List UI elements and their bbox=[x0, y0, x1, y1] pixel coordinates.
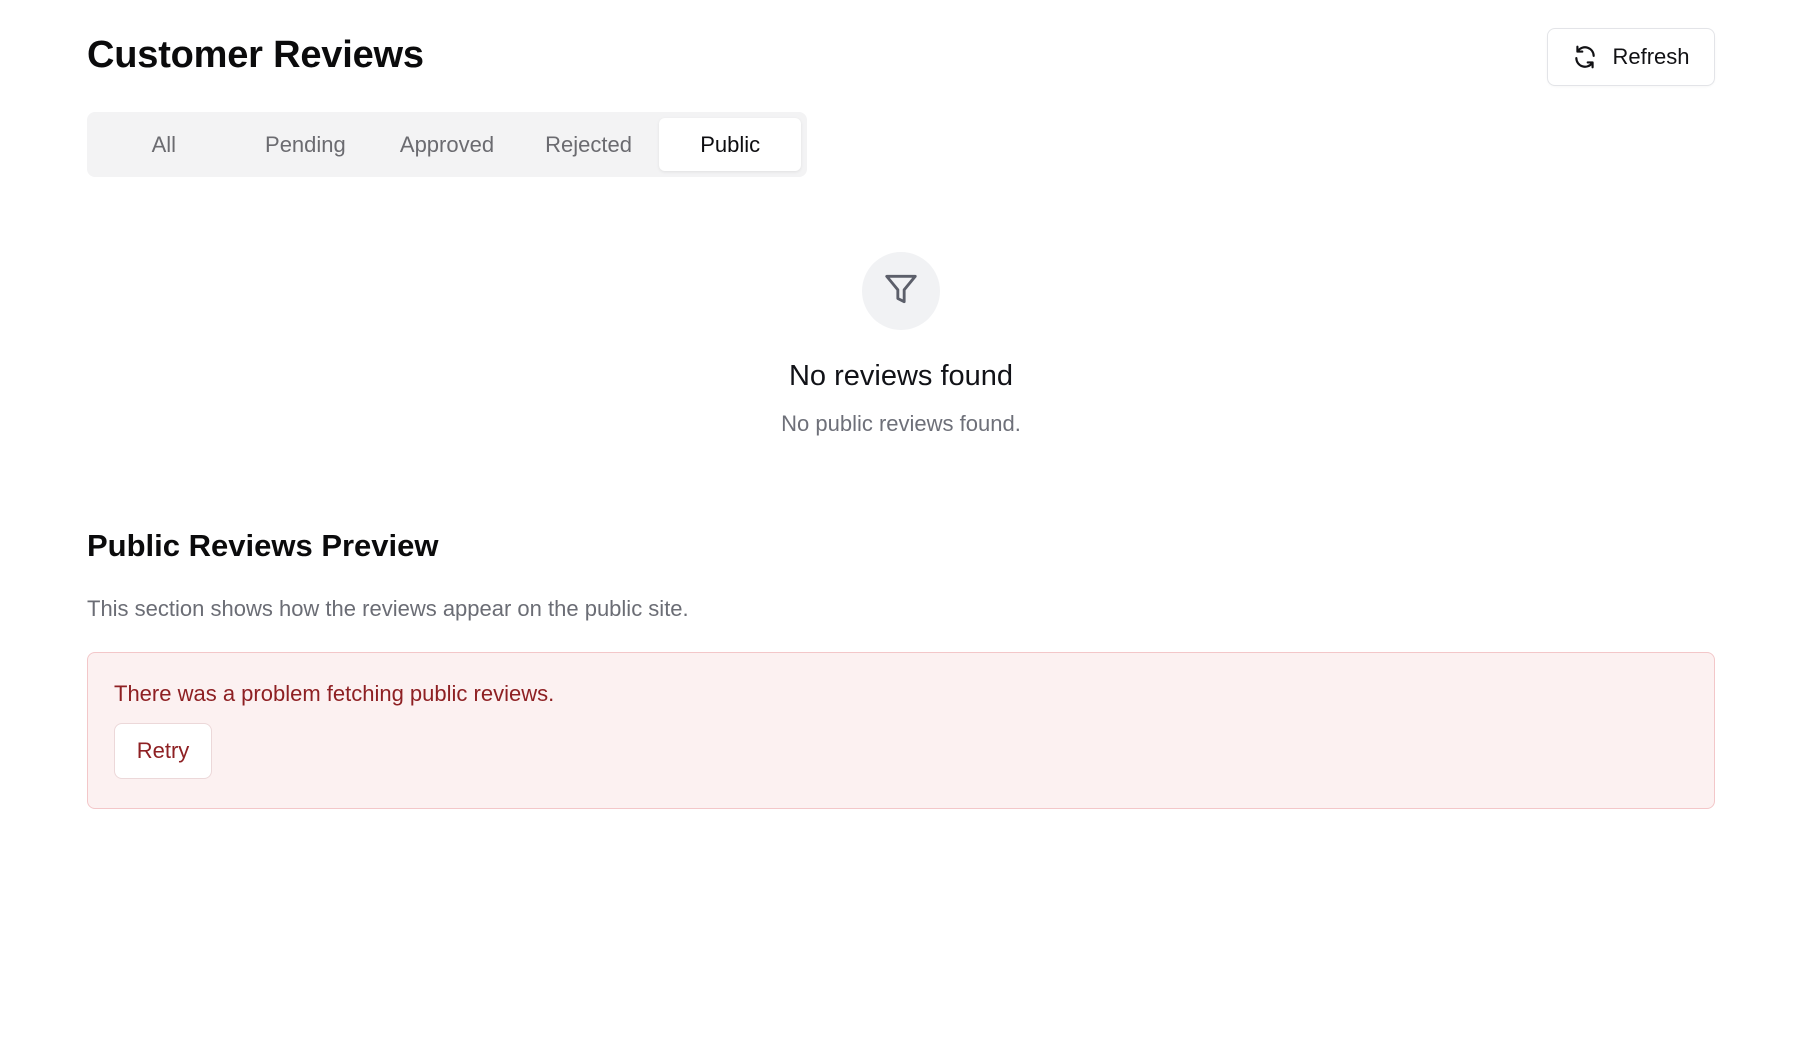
tab-approved[interactable]: Approved bbox=[376, 118, 518, 171]
empty-state-icon-wrap bbox=[862, 252, 940, 330]
refresh-button-label: Refresh bbox=[1612, 44, 1690, 69]
empty-state: No reviews found No public reviews found… bbox=[0, 252, 1802, 437]
header: Customer Reviews Refresh bbox=[87, 0, 1715, 112]
tab-all[interactable]: All bbox=[93, 118, 235, 171]
refresh-icon bbox=[1572, 44, 1598, 70]
tab-public[interactable]: Public bbox=[659, 118, 801, 171]
tab-rejected[interactable]: Rejected bbox=[518, 118, 660, 171]
filter-icon bbox=[882, 270, 920, 313]
empty-state-title: No reviews found bbox=[788, 360, 1014, 392]
preview-description: This section shows how the reviews appea… bbox=[87, 596, 689, 621]
preview-title: Public Reviews Preview bbox=[87, 528, 439, 563]
public-reviews-preview: Public Reviews Preview This section show… bbox=[87, 528, 1715, 809]
retry-button[interactable]: Retry bbox=[114, 723, 212, 779]
page-title: Customer Reviews bbox=[87, 34, 424, 76]
refresh-button[interactable]: Refresh bbox=[1547, 28, 1715, 86]
error-alert: There was a problem fetching public revi… bbox=[87, 652, 1715, 809]
status-tabs: All Pending Approved Rejected Public bbox=[87, 112, 807, 177]
tab-pending[interactable]: Pending bbox=[235, 118, 377, 171]
error-message: There was a problem fetching public revi… bbox=[114, 681, 555, 706]
empty-state-subtitle: No public reviews found. bbox=[781, 411, 1021, 436]
